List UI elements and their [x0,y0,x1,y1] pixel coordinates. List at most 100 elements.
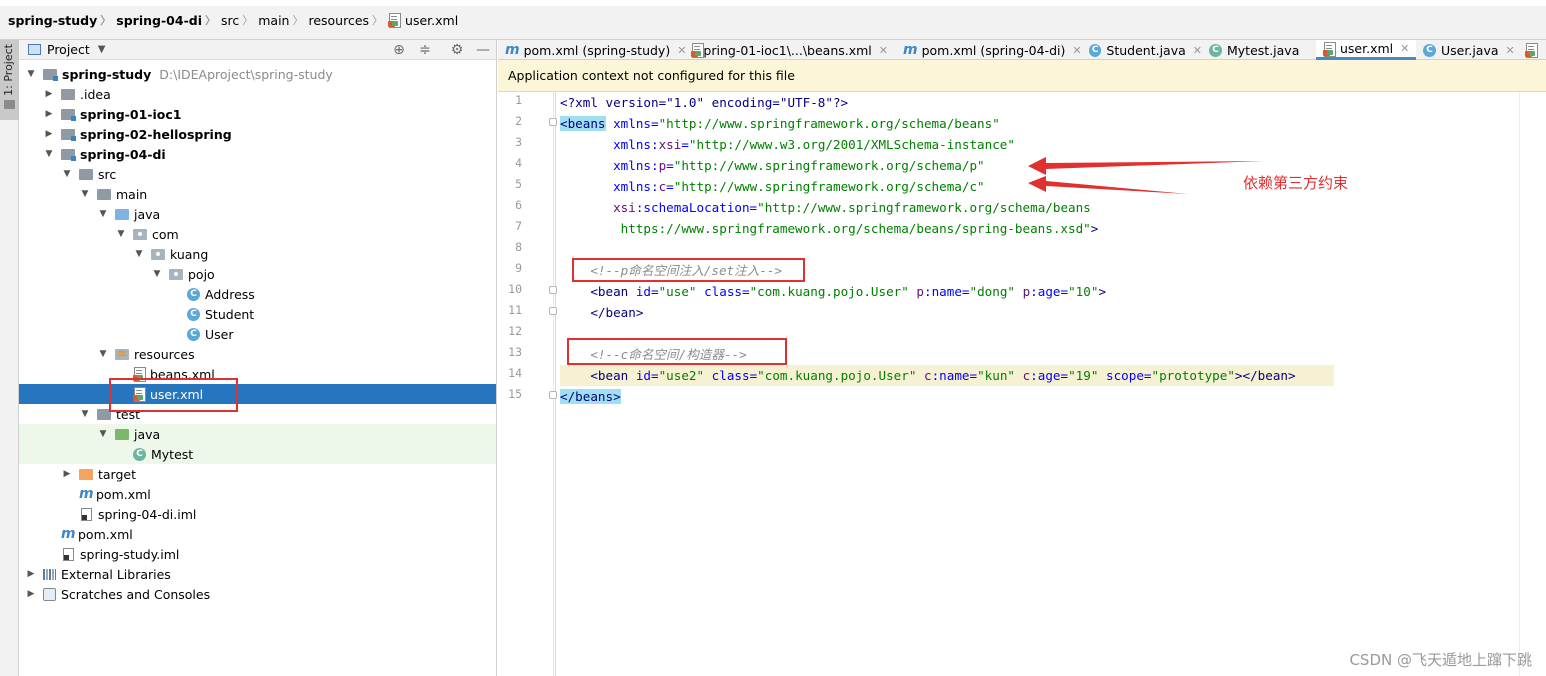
chevron-down-icon[interactable]: ▼ [97,209,109,219]
code-token: "http://www.w3.org/2001/XMLSchema-instan… [688,137,1015,152]
tree-item-user-xml[interactable]: user.xml [19,384,496,404]
breadcrumb-item[interactable]: main 〉 [258,12,308,28]
chevron-down-icon[interactable]: ▼ [115,229,127,239]
tree-item-kuang[interactable]: ▼ kuang [19,244,496,264]
chevron-down-icon[interactable]: ▼ [43,149,55,159]
code-token: c [916,368,932,383]
chevron-right-icon: 〉 [242,14,254,27]
tree-item-address[interactable]: C Address [19,284,496,304]
breadcrumb-label: resources [308,12,370,28]
project-panel-title[interactable]: Project [47,42,90,57]
code-token: "10" [1068,284,1099,299]
project-tool-tab[interactable]: 1: Project [0,40,19,120]
chevron-right-icon[interactable]: ▶ [43,129,55,139]
fold-marker-icon[interactable] [549,286,557,294]
tree-item-idea[interactable]: ▶ .idea [19,84,496,104]
tree-item-com[interactable]: ▼ com [19,224,496,244]
breadcrumb-label: user.xml [405,12,459,28]
breadcrumb-item[interactable]: user.xml [388,13,458,28]
breadcrumb-item[interactable]: spring-study 〉 [8,12,116,28]
tree-item-spring-04-di[interactable]: ▼ spring-04-di [19,144,496,164]
breadcrumb-item[interactable]: src 〉 [221,12,258,28]
line-number: 4 [515,156,522,170]
tab-more[interactable] [1518,40,1546,60]
close-icon[interactable]: ✕ [1193,44,1202,57]
chevron-down-icon[interactable]: ▼ [25,69,37,79]
fold-marker-icon[interactable] [549,307,557,315]
close-icon[interactable]: ✕ [1506,44,1515,57]
tab-label: user.xml [1340,41,1394,56]
iml-file-icon [81,507,92,521]
tree-item-src[interactable]: ▼ src [19,164,496,184]
collapse-all-icon[interactable]: ≑ [416,41,434,59]
folder-icon [61,88,75,100]
chevron-right-icon[interactable]: ▶ [43,89,55,99]
chevron-right-icon[interactable]: ▶ [43,109,55,119]
breadcrumb-item[interactable]: spring-04-di 〉 [116,12,221,28]
close-icon[interactable]: ✕ [879,44,888,57]
tree-item-test[interactable]: ▼ test [19,404,496,424]
tree-item-beans-xml[interactable]: beans.xml [19,364,496,384]
gear-icon[interactable]: ⚙ [448,41,466,59]
tab-beans-xml[interactable]: spring-01-ioc1\...\beans.xml ✕ [684,40,888,60]
tree-item-pom-xml-module[interactable]: m pom.xml [19,484,496,504]
tree-item-pom-xml-root[interactable]: m pom.xml [19,524,496,544]
tree-item-java[interactable]: ▼ java [19,204,496,224]
tab-user-java[interactable]: C User.java ✕ [1416,40,1516,60]
tree-item-mytest[interactable]: C Mytest [19,444,496,464]
tab-mytest-java[interactable]: C Mytest.java [1202,40,1316,60]
chevron-down-icon[interactable]: ▼ [79,189,91,199]
chevron-down-icon[interactable]: ▼ [79,409,91,419]
tree-item-spring-01-ioc1[interactable]: ▶ spring-01-ioc1 [19,104,496,124]
tree-item-resources[interactable]: ▼ resources [19,344,496,364]
class-icon: C [187,287,200,301]
code-token: "http://www.springframework.org/schema/c… [673,179,985,194]
code-token: = [666,179,674,194]
chevron-down-icon[interactable]: ▼ [97,429,109,439]
class-icon: C [1423,43,1436,57]
tree-item-pojo[interactable]: ▼ pojo [19,264,496,284]
tree-item-label: target [98,466,137,482]
chevron-right-icon[interactable]: ▶ [61,469,73,479]
tree-item-main[interactable]: ▼ main [19,184,496,204]
tab-user-xml[interactable]: user.xml ✕ [1316,40,1416,60]
tree-item-target[interactable]: ▶ target [19,464,496,484]
fold-guide [555,92,556,676]
code-token: id= [628,284,659,299]
tree-item-test-java[interactable]: ▼ java [19,424,496,444]
tree-item-label: java [134,206,161,222]
tree-item-spring-study-iml[interactable]: spring-study.iml [19,544,496,564]
chevron-down-icon[interactable]: ▼ [98,44,106,55]
chevron-down-icon[interactable]: ▼ [133,249,145,259]
breadcrumb-label: spring-study [8,12,98,28]
locate-icon[interactable]: ⊕ [390,41,408,59]
tree-item-external-libraries[interactable]: ▶ External Libraries [19,564,496,584]
code-token: :name= [924,284,970,299]
tab-student-java[interactable]: C Student.java ✕ [1082,40,1202,60]
xml-file-icon [1525,43,1538,58]
chevron-down-icon[interactable]: ▼ [97,349,109,359]
breadcrumb-item[interactable]: resources 〉 [308,12,388,28]
fold-marker-icon[interactable] [549,391,557,399]
chevron-right-icon[interactable]: ▶ [25,569,37,579]
hide-panel-icon[interactable]: — [474,41,492,59]
tree-item-user[interactable]: C User [19,324,496,344]
chevron-down-icon[interactable]: ▼ [151,269,163,279]
tree-item-spring-02-hellospring[interactable]: ▶ spring-02-hellospring [19,124,496,144]
close-icon[interactable]: ✕ [1400,42,1409,55]
line-number: 10 [508,282,522,296]
chevron-right-icon[interactable]: ▶ [25,589,37,599]
close-icon[interactable]: ✕ [1072,44,1081,57]
fold-marker-icon[interactable] [549,118,557,126]
code-token: xmlns: [560,158,659,173]
tab-label: Mytest.java [1227,42,1300,58]
tree-item-spring-study[interactable]: ▼ spring-study D:\IDEAproject\spring-study [19,64,496,84]
tree-item-student[interactable]: C Student [19,304,496,324]
tab-pom-spring-study[interactable]: m pom.xml (spring-study) ✕ [498,40,686,60]
line-number: 5 [515,177,522,191]
tree-item-scratches[interactable]: ▶ Scratches and Consoles [19,584,496,604]
tab-label: User.java [1441,42,1499,58]
tab-pom-spring-04-di[interactable]: m pom.xml (spring-04-di) ✕ [896,40,1082,60]
chevron-down-icon[interactable]: ▼ [61,169,73,179]
tree-item-spring-04-di-iml[interactable]: spring-04-di.iml [19,504,496,524]
